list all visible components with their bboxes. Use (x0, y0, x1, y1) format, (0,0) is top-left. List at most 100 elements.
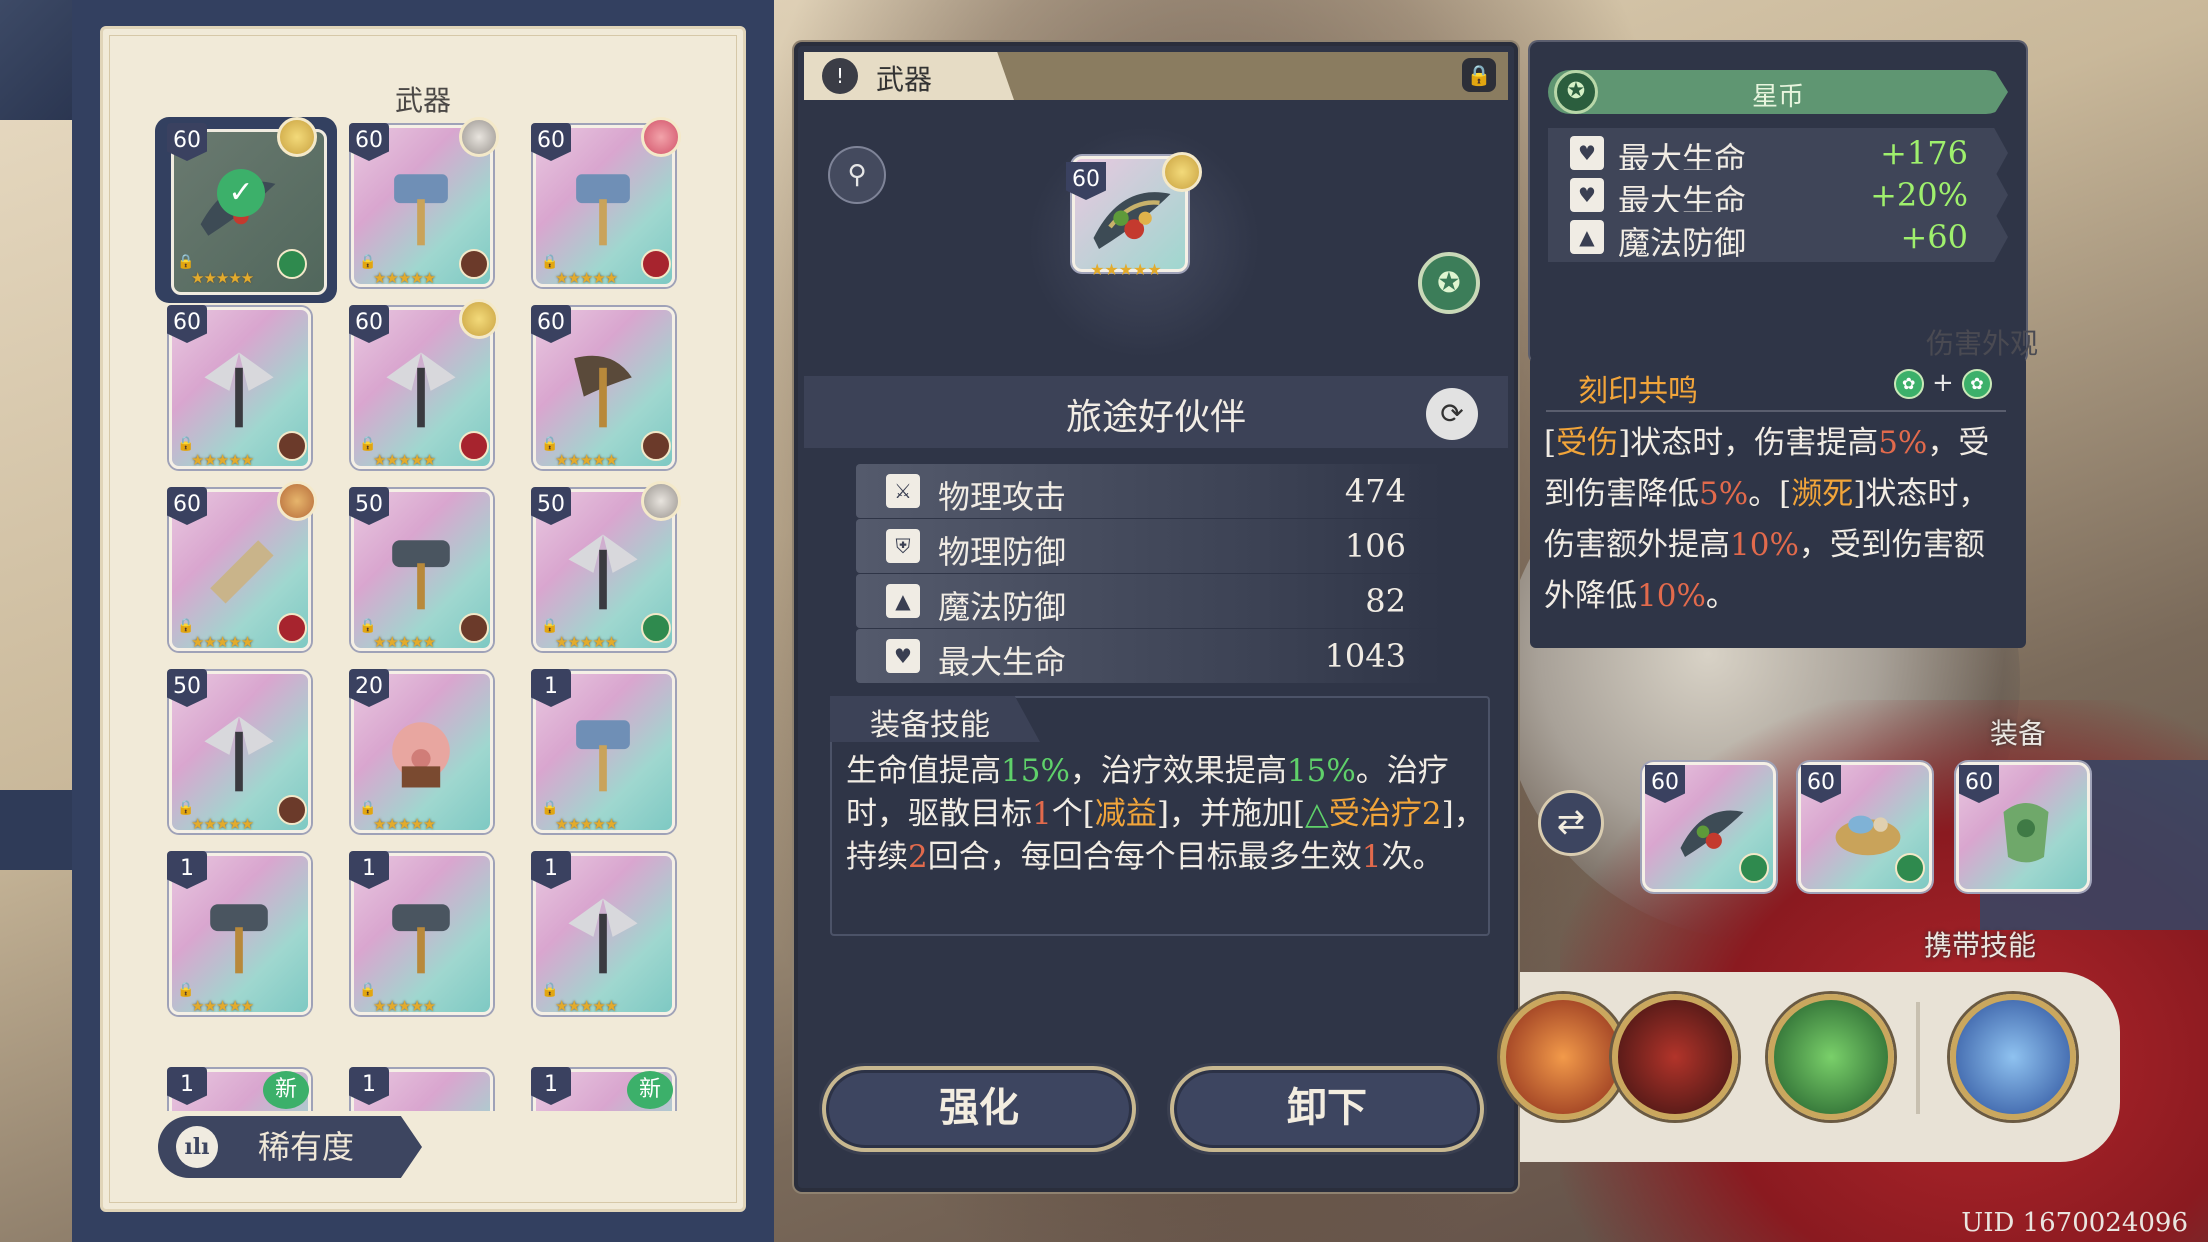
stat-value: 106 (1344, 527, 1406, 565)
heart-icon: ♥ (886, 639, 920, 673)
weapon-icon (204, 352, 274, 428)
enhance-button[interactable]: 强化 (822, 1066, 1136, 1152)
armor-icon (2003, 803, 2049, 863)
weapon-card[interactable]: 60 ★★★★★ 🔒 (155, 303, 313, 475)
detail-header: ! 武器 🔒 (804, 52, 1508, 100)
element-badge-icon (641, 249, 671, 279)
carried-skills-bar (1500, 972, 2120, 1162)
lock-icon: 🔒 (541, 254, 559, 270)
weapon-card[interactable]: 1新 (519, 1065, 677, 1111)
weapon-icon (386, 352, 456, 428)
stat-value: 474 (1344, 472, 1406, 510)
lock-icon: 🔒 (359, 982, 377, 998)
stat-value: 1043 (1324, 637, 1406, 675)
green-gem-icon: ✿ (1893, 368, 1924, 399)
weapon-stars: ★★★★★ (555, 633, 618, 651)
detail-tab-title: 武器 (876, 63, 933, 96)
lock-icon: 🔒 (359, 800, 377, 816)
weapon-tab-icon: ! (822, 58, 858, 94)
equip-slot-armor[interactable]: 60 (1956, 762, 2090, 892)
weapon-card[interactable]: 50 ★★★★★ 🔒 (519, 481, 681, 657)
unequip-button[interactable]: 卸下 (1170, 1066, 1484, 1152)
check-icon: ✓ (217, 169, 265, 217)
stat-row: ⛨ 物理防御 106 (856, 519, 1442, 573)
demon-skill-icon[interactable] (1612, 994, 1738, 1120)
bonus-value: +20% (1870, 176, 1968, 214)
element-badge-icon (641, 613, 671, 643)
owner-avatar (641, 117, 681, 157)
lock-icon: 🔒 (541, 436, 559, 452)
swap-arrows-icon: ⇄ (1556, 802, 1586, 842)
weapon-card[interactable]: 60 ★★★★★ 🔒 (337, 117, 499, 293)
weapon-stars: ★★★★★ (191, 997, 254, 1015)
weapon-stars: ★★★★★ (1090, 260, 1162, 279)
weapon-icon (204, 716, 274, 792)
shield-skill-icon[interactable] (1950, 994, 2076, 1120)
weapon-icon (210, 540, 274, 604)
new-tag: 新 (627, 1071, 673, 1109)
stat-row: ▲ 魔法防御 82 (856, 574, 1442, 628)
sort-rarity-button[interactable]: ılı 稀有度 (158, 1116, 422, 1178)
swap-equipment-button[interactable]: ⇄ (1538, 790, 1604, 856)
lock-icon[interactable]: 🔒 (1462, 58, 1496, 92)
imprint-combo: ✿ + ✿ (1893, 368, 1992, 399)
weapon-card[interactable]: 1 ★★★★★ 🔒 (519, 667, 677, 839)
weapon-stars: ★★★★★ (373, 997, 436, 1015)
fire-skill-icon[interactable] (1500, 994, 1626, 1120)
carried-skills-label: 携带技能 (1924, 929, 2037, 962)
weapon-icon (392, 904, 450, 974)
weapon-icon (394, 174, 448, 246)
sword-icon: ⚔ (886, 474, 920, 508)
stat-row: ⚔ 物理攻击 474 (856, 464, 1442, 518)
bonus-panel: ✪ 星币 ♥ 最大生命 +176 ♥ 最大生命 +20% ▲ 魔法防御 +60 (1530, 42, 2026, 362)
stat-row: ♥ 最大生命 1043 (856, 629, 1442, 683)
bonus-label: 魔法防御 (1618, 224, 1747, 262)
star-coin-label: 星币 (1751, 82, 1804, 112)
weapon-card[interactable]: 1 ★★★★★ 🔒 (155, 849, 313, 1021)
weapon-card[interactable]: 60 ★★★★★ 🔒 (337, 299, 499, 475)
weapon-stars: ★★★★★ (373, 815, 436, 833)
weapon-card[interactable]: 1新 (155, 1065, 313, 1111)
weapon-stars: ★★★★★ (191, 633, 254, 651)
weapon-card[interactable]: 60 ★★★★★ 🔒 (155, 481, 317, 657)
weapon-stats: ⚔ 物理攻击 474 ⛨ 物理防御 106 ▲ 魔法防御 82 ♥ 最大生命 1043 (856, 464, 1442, 684)
stat-label: 最大生命 (938, 643, 1067, 681)
equip-slot-accessory[interactable]: 60 (1798, 762, 1932, 892)
element-badge-icon (459, 613, 489, 643)
imprint-title: 刻印共鸣 (1578, 374, 1698, 409)
weapon-card[interactable]: 50 ★★★★★ 🔒 (155, 667, 313, 839)
star-coin-bar: ✪ 星币 (1548, 70, 2008, 114)
owner-avatar (459, 299, 499, 339)
weapon-stars: ★★★★★ (191, 815, 254, 833)
weapon-stars: ★★★★★ (373, 633, 436, 651)
weapon-card[interactable]: 50 ★★★★★ 🔒 (337, 485, 495, 657)
equip-skill-text: 生命值提高15%，治疗效果提高15%。治疗时，驱散目标1个[减益]，并施加[△受… (846, 753, 1485, 875)
sort-icon: ılı (176, 1126, 218, 1168)
weapon-card[interactable]: 60 ★★★★★ 🔒 (519, 303, 677, 475)
bonus-row: ▲ 魔法防御 +60 (1548, 212, 2008, 262)
imprint-resonance-panel: 刻印共鸣 ✿ + ✿ [受伤]状态时，伤害提高5%，受到伤害降低5%。[濒死]状… (1530, 356, 2026, 648)
equip-slot-weapon[interactable]: 60 (1642, 762, 1776, 892)
heal-hand-skill-icon[interactable] (1768, 994, 1894, 1120)
star-seal-icon[interactable]: ✪ (1418, 252, 1480, 314)
refresh-icon[interactable]: ⟳ (1426, 388, 1478, 440)
weapon-card[interactable]: 20 ★★★★★ 🔒 (337, 667, 495, 839)
plus-sign: + (1931, 368, 1954, 398)
green-gem-icon: ✿ (1962, 368, 1992, 399)
weapon-card[interactable]: 1 (337, 1065, 495, 1111)
weapon-card[interactable]: 60 ★★★★★ 🔒 (519, 117, 681, 293)
stat-value: 82 (1365, 582, 1406, 620)
weapon-stars: ★★★★★ (191, 451, 254, 469)
inspect-button[interactable]: ⚲ (828, 146, 886, 204)
imprint-text: [受伤]状态时，伤害提高5%，受到伤害降低5%。[濒死]状态时，伤害额外提高10… (1544, 425, 1990, 614)
new-tag: 新 (263, 1071, 309, 1109)
weapon-card[interactable]: 1 ★★★★★ 🔒 (519, 849, 677, 1021)
weapon-icon (392, 722, 450, 788)
weapon-icon (576, 174, 630, 246)
weapon-card[interactable]: 60 ★★★★★ 🔒 ✓ (155, 117, 337, 303)
bonus-value: +176 (1880, 134, 1968, 172)
weapon-icon (574, 355, 632, 428)
weapon-icon (576, 720, 630, 792)
weapon-card[interactable]: 1 ★★★★★ 🔒 (337, 849, 495, 1021)
weapon-icon (210, 904, 268, 974)
